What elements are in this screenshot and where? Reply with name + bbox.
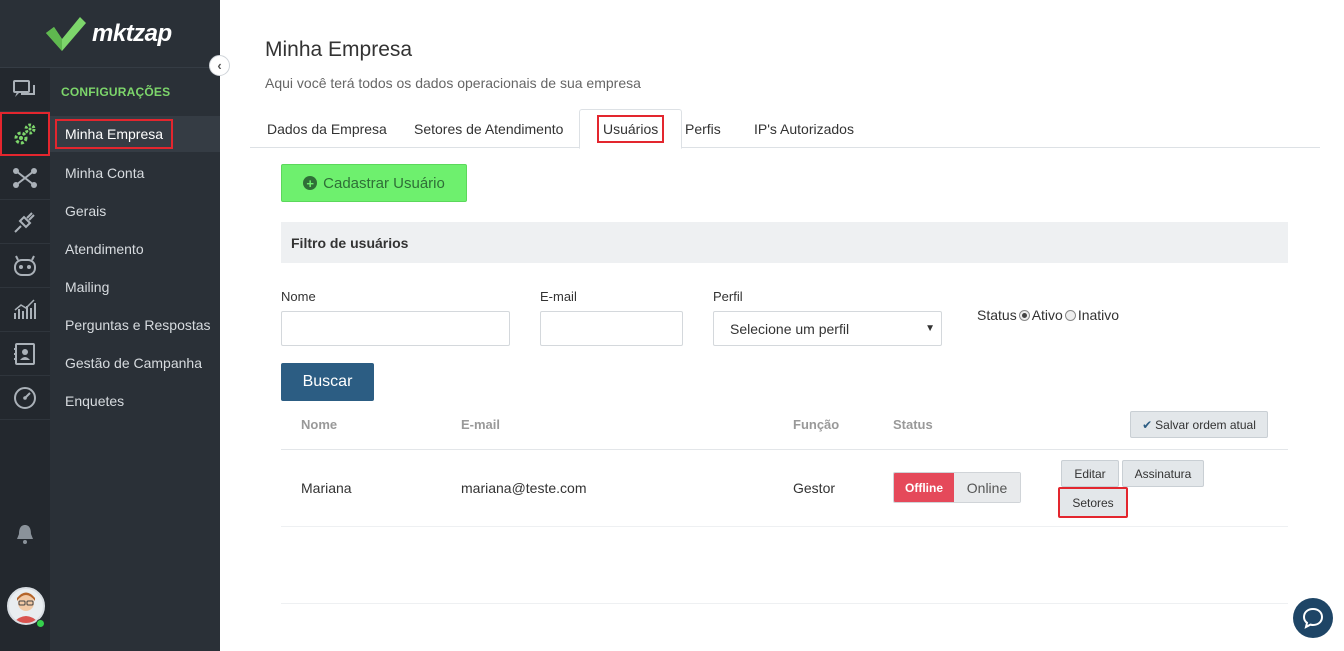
tab-dados-empresa[interactable]: Dados da Empresa <box>250 109 404 148</box>
status-inactive-label: Inativo <box>1077 307 1120 323</box>
menu-item-label: Enquetes <box>65 393 125 409</box>
status-label: Status <box>977 307 1017 323</box>
menu-item-label: Perguntas e Respostas <box>65 317 211 333</box>
chat-bubble-icon <box>1302 607 1324 629</box>
collapse-sidebar-button[interactable]: ‹ <box>209 55 230 76</box>
rail-flows[interactable] <box>0 156 50 200</box>
tab-setores[interactable]: Setores de Atendimento <box>397 109 580 148</box>
row-email: mariana@teste.com <box>461 480 587 496</box>
tab-label: Usuários <box>597 115 665 143</box>
menu-item-label: Minha Conta <box>65 165 145 181</box>
brand-name: mktzap <box>92 19 172 47</box>
save-order-button[interactable]: ✔ Salvar ordem atual <box>1130 411 1268 438</box>
save-order-label: Salvar ordem atual <box>1155 417 1256 432</box>
menu-item-label: Minha Empresa <box>55 119 174 149</box>
add-user-label: Cadastrar Usuário <box>323 174 445 192</box>
tab-ips[interactable]: IP's Autorizados <box>737 109 871 148</box>
rail-notifications[interactable] <box>0 518 50 550</box>
bell-icon <box>17 525 33 544</box>
avatar-icon <box>13 592 39 623</box>
chevron-left-icon: ‹ <box>217 58 222 73</box>
name-input[interactable] <box>281 311 510 346</box>
email-input[interactable] <box>540 311 683 346</box>
signature-button[interactable]: Assinatura <box>1122 460 1204 487</box>
row-role: Gestor <box>793 480 836 496</box>
caret-down-icon: ▼ <box>925 323 935 334</box>
profile-select-value: Selecione um perfil <box>730 320 850 337</box>
column-header-role: Função <box>793 417 840 432</box>
table-divider <box>281 449 1288 450</box>
menu-item-gerais[interactable]: Gerais <box>50 193 220 229</box>
menu-item-perguntas[interactable]: Perguntas e Respostas <box>50 307 220 343</box>
tab-label: Perfis <box>685 120 721 137</box>
rail-bots[interactable] <box>0 244 50 288</box>
tab-label: Dados da Empresa <box>267 120 387 137</box>
name-label: Nome <box>281 289 316 304</box>
tab-usuarios[interactable]: Usuários <box>579 109 683 149</box>
icon-rail <box>0 68 50 651</box>
menu-item-atendimento[interactable]: Atendimento <box>50 231 220 267</box>
brand-logo[interactable]: mktzap <box>0 0 220 68</box>
status-active-label: Ativo <box>1031 307 1063 323</box>
rail-integrations[interactable] <box>0 200 50 244</box>
sectors-button[interactable]: Setores <box>1058 487 1128 518</box>
support-chat-button[interactable] <box>1293 598 1333 638</box>
menu-title: CONFIGURAÇÕES <box>61 85 171 99</box>
stats-icon <box>14 298 36 319</box>
menu-item-label: Atendimento <box>65 241 144 257</box>
rail-dashboard[interactable] <box>0 376 50 420</box>
column-header-name: Nome <box>301 417 338 432</box>
check-icon: ✔ <box>1142 417 1153 432</box>
gears-icon <box>14 123 36 145</box>
menu-item-campanha[interactable]: Gestão de Campanha <box>50 345 220 381</box>
menu-item-mailing[interactable]: Mailing <box>50 269 220 305</box>
profile-label: Perfil <box>713 289 743 304</box>
contacts-icon <box>14 342 35 365</box>
table-divider <box>281 526 1288 527</box>
status-offline-option[interactable]: Offline <box>894 473 954 502</box>
tab-bar: Dados da Empresa Setores de Atendimento … <box>250 109 1320 149</box>
menu-item-minha-empresa[interactable]: Minha Empresa <box>50 116 220 152</box>
checkmark-logo-icon <box>46 16 86 51</box>
rail-settings[interactable] <box>0 112 50 156</box>
column-header-status: Status <box>893 417 933 432</box>
chat-icon <box>13 79 35 97</box>
tab-label: Setores de Atendimento <box>414 120 564 137</box>
rail-reports[interactable] <box>0 288 50 332</box>
status-radio-group: Status Ativo Inativo <box>977 307 1119 323</box>
add-user-button[interactable]: + Cadastrar Usuário <box>281 164 467 202</box>
menu-item-label: Gerais <box>65 203 107 219</box>
rail-contacts[interactable] <box>0 332 50 376</box>
online-status-dot <box>36 619 45 628</box>
menu-item-minha-conta[interactable]: Minha Conta <box>50 155 220 191</box>
rail-chat[interactable] <box>0 68 50 112</box>
bot-icon <box>14 255 36 276</box>
status-online-option[interactable]: Online <box>954 473 1020 502</box>
main-content: Minha Empresa Aqui você terá todos os da… <box>220 0 1344 651</box>
edit-user-button[interactable]: Editar <box>1061 460 1119 487</box>
table-divider <box>281 603 1288 604</box>
page-subtitle: Aqui você terá todos os dados operaciona… <box>265 75 641 91</box>
plug-icon <box>14 211 35 233</box>
status-active-radio[interactable] <box>1018 309 1030 321</box>
menu-item-label: Gestão de Campanha <box>65 355 202 371</box>
status-inactive-radio[interactable] <box>1064 309 1076 321</box>
row-name: Mariana <box>301 480 352 496</box>
settings-menu: CONFIGURAÇÕES Minha Empresa Minha Conta … <box>50 68 220 651</box>
search-button[interactable]: Buscar <box>281 363 374 401</box>
speedometer-icon <box>14 386 36 409</box>
tab-label: IP's Autorizados <box>754 120 854 137</box>
menu-item-enquetes[interactable]: Enquetes <box>50 383 220 419</box>
menu-item-label: Mailing <box>65 279 110 295</box>
email-label: E-mail <box>540 289 577 304</box>
tab-perfis[interactable]: Perfis <box>668 109 738 148</box>
page-title: Minha Empresa <box>265 38 413 61</box>
profile-select[interactable]: Selecione um perfil ▼ <box>713 311 942 346</box>
flow-icon <box>13 167 37 188</box>
column-header-email: E-mail <box>461 417 501 432</box>
status-toggle[interactable]: Offline Online <box>893 472 1021 503</box>
plus-circle-icon: + <box>303 176 318 190</box>
filter-panel-title: Filtro de usuários <box>281 222 1288 263</box>
